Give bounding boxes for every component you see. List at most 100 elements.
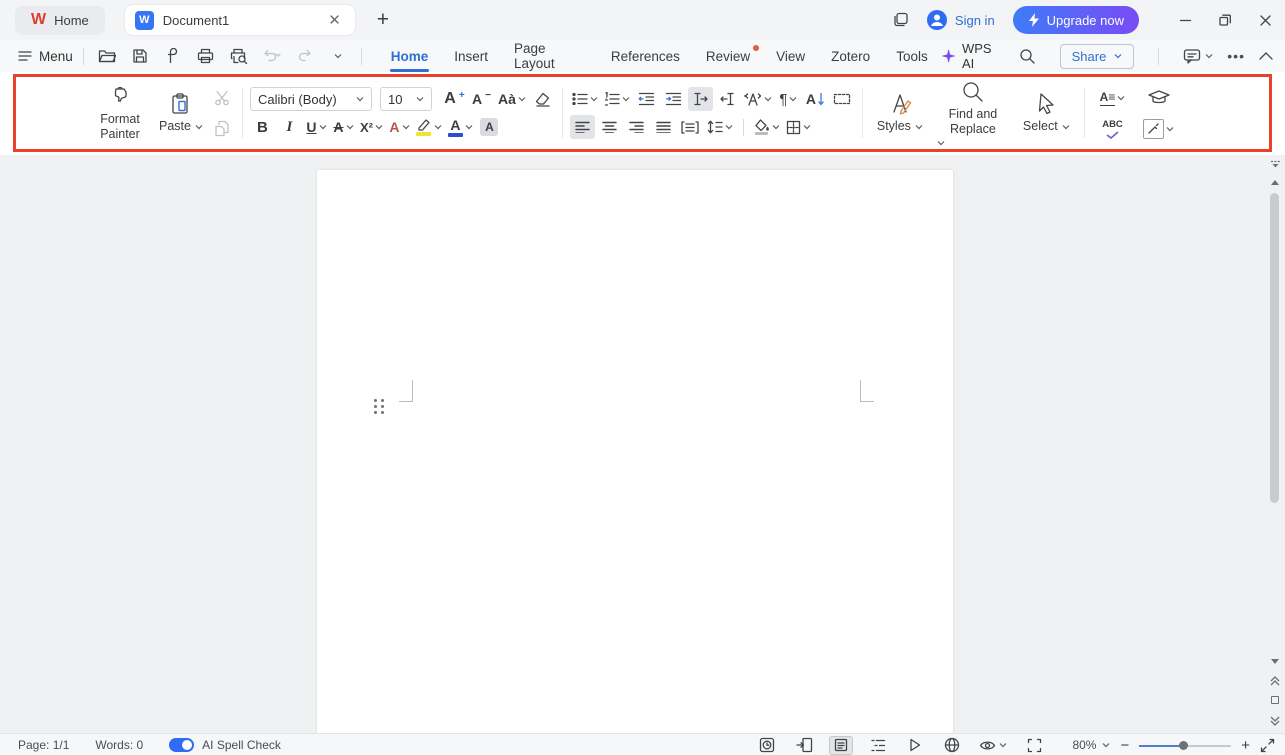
borders-button[interactable] — [784, 115, 813, 139]
vertical-scrollbar[interactable] — [1267, 158, 1283, 730]
print-layout-view-icon[interactable] — [829, 736, 853, 755]
align-right-button[interactable] — [624, 115, 649, 139]
tab-insert[interactable]: Insert — [441, 40, 501, 72]
fullscreen-icon[interactable] — [1022, 736, 1046, 755]
tab-view[interactable]: View — [763, 40, 818, 72]
tab-zotero[interactable]: Zotero — [818, 40, 883, 72]
minimize-button[interactable] — [1165, 0, 1205, 40]
bold-button[interactable]: B — [250, 115, 275, 139]
share-button[interactable]: Share — [1060, 44, 1135, 69]
select-browse-object-icon[interactable] — [1271, 696, 1279, 704]
page-indicator[interactable]: Page: 1/1 — [18, 738, 69, 752]
home-tab[interactable]: W Home — [15, 6, 105, 35]
align-center-button[interactable] — [597, 115, 622, 139]
tab-home[interactable]: Home — [378, 40, 442, 72]
distribute-text-button[interactable] — [678, 115, 703, 139]
fit-page-icon[interactable] — [1260, 738, 1275, 753]
save-icon[interactable] — [127, 44, 153, 68]
sort-button[interactable]: A — [803, 87, 828, 111]
word-count[interactable]: Words: 0 — [95, 738, 143, 752]
right-to-left-text-direction-button[interactable] — [715, 87, 740, 111]
zoom-level-dropdown[interactable]: 80% — [1072, 738, 1110, 752]
bullets-button[interactable] — [570, 87, 600, 111]
clear-formatting-button[interactable] — [530, 87, 555, 111]
shading-button[interactable] — [752, 115, 782, 139]
more-options-icon[interactable]: ••• — [1227, 48, 1245, 64]
learning-tools-button[interactable] — [1146, 86, 1172, 110]
tab-page-layout[interactable]: Page Layout — [501, 40, 598, 72]
paragraph-drag-handle[interactable] — [374, 399, 384, 414]
main-menu-button[interactable]: Menu — [18, 49, 73, 64]
line-spacing-button[interactable] — [705, 115, 735, 139]
tab-tools[interactable]: Tools — [883, 40, 941, 72]
outline-view-icon[interactable] — [866, 736, 890, 755]
previous-page-icon[interactable] — [1270, 676, 1280, 686]
text-tool-button[interactable]: A≡ — [1098, 86, 1128, 110]
customize-toolbar-chevron-icon[interactable] — [325, 44, 351, 68]
find-and-replace-button[interactable]: Find and Replace — [930, 80, 1016, 146]
eye-protection-mode-icon[interactable] — [977, 736, 1009, 755]
tab-review[interactable]: Review — [693, 40, 763, 72]
scroll-up-icon[interactable] — [1271, 180, 1279, 185]
zoom-out-button[interactable]: − — [1120, 737, 1129, 754]
zoom-slider[interactable] — [1139, 741, 1231, 750]
tabs-overview-icon[interactable] — [892, 11, 910, 29]
quick-tools-button[interactable] — [1141, 117, 1176, 141]
comments-button[interactable] — [1183, 48, 1213, 64]
justify-button[interactable] — [651, 115, 676, 139]
character-shading-button[interactable]: A — [477, 115, 502, 139]
format-painter-button[interactable]: Format Painter — [88, 85, 152, 141]
left-to-right-text-direction-button[interactable] — [688, 87, 713, 111]
hide-ruler-icon[interactable] — [1270, 160, 1281, 169]
decrease-indent-button[interactable] — [634, 87, 659, 111]
highlight-color-button[interactable] — [414, 115, 444, 139]
spell-check-button[interactable]: ABC — [1100, 117, 1125, 141]
print-preview-icon[interactable] — [226, 44, 252, 68]
decrease-font-size-button[interactable]: A− — [469, 87, 494, 111]
font-size-select[interactable]: 10 — [380, 87, 432, 111]
font-name-select[interactable]: Calibri (Body) — [250, 87, 372, 111]
numbering-button[interactable] — [602, 87, 632, 111]
scrollbar-thumb[interactable] — [1270, 193, 1279, 503]
web-layout-icon[interactable] — [940, 736, 964, 755]
next-page-icon[interactable] — [1270, 716, 1280, 726]
zoom-in-button[interactable]: + — [1241, 737, 1250, 754]
strikethrough-button[interactable]: A — [331, 115, 356, 139]
tab-references[interactable]: References — [598, 40, 693, 72]
open-file-icon[interactable] — [94, 44, 120, 68]
hand-tool-icon[interactable] — [792, 736, 816, 755]
task-history-icon[interactable] — [755, 736, 779, 755]
italic-button[interactable]: I — [277, 115, 302, 139]
new-tab-button[interactable]: + — [377, 8, 389, 32]
close-window-button[interactable] — [1245, 0, 1285, 40]
wps-ai-button[interactable]: WPS AI — [941, 41, 1005, 71]
align-left-button[interactable] — [570, 115, 595, 139]
print-icon[interactable] — [193, 44, 219, 68]
read-mode-icon[interactable] — [903, 736, 927, 755]
tab-settings-button[interactable] — [830, 87, 855, 111]
increase-font-size-button[interactable]: A+ — [442, 87, 467, 111]
font-color-button[interactable]: A — [446, 115, 475, 139]
styles-button[interactable]: Styles — [870, 92, 930, 133]
export-pdf-icon[interactable] — [160, 44, 186, 68]
change-case-button[interactable]: Aà — [496, 87, 528, 111]
zoom-slider-thumb[interactable] — [1179, 741, 1188, 750]
paste-button[interactable]: Paste — [152, 92, 210, 133]
search-icon[interactable] — [1019, 48, 1036, 65]
character-scale-button[interactable] — [742, 87, 774, 111]
upgrade-now-button[interactable]: Upgrade now — [1013, 6, 1139, 34]
ai-spell-check-toggle[interactable] — [169, 738, 194, 752]
collapse-ribbon-icon[interactable] — [1259, 52, 1273, 60]
sign-in-button[interactable]: Sign in — [926, 9, 995, 31]
show-formatting-marks-button[interactable]: ¶ — [776, 87, 801, 111]
underline-button[interactable]: U — [304, 115, 329, 139]
scroll-down-icon[interactable] — [1271, 659, 1279, 664]
select-button[interactable]: Select — [1016, 92, 1077, 133]
document-tab[interactable]: W Document1 ✕ — [125, 5, 355, 35]
document-page[interactable] — [317, 170, 953, 733]
increase-indent-button[interactable] — [661, 87, 686, 111]
superscript-button[interactable]: X² — [358, 115, 385, 139]
close-tab-icon[interactable]: ✕ — [324, 11, 345, 29]
restore-button[interactable] — [1205, 0, 1245, 40]
text-effects-button[interactable]: A — [387, 115, 412, 139]
